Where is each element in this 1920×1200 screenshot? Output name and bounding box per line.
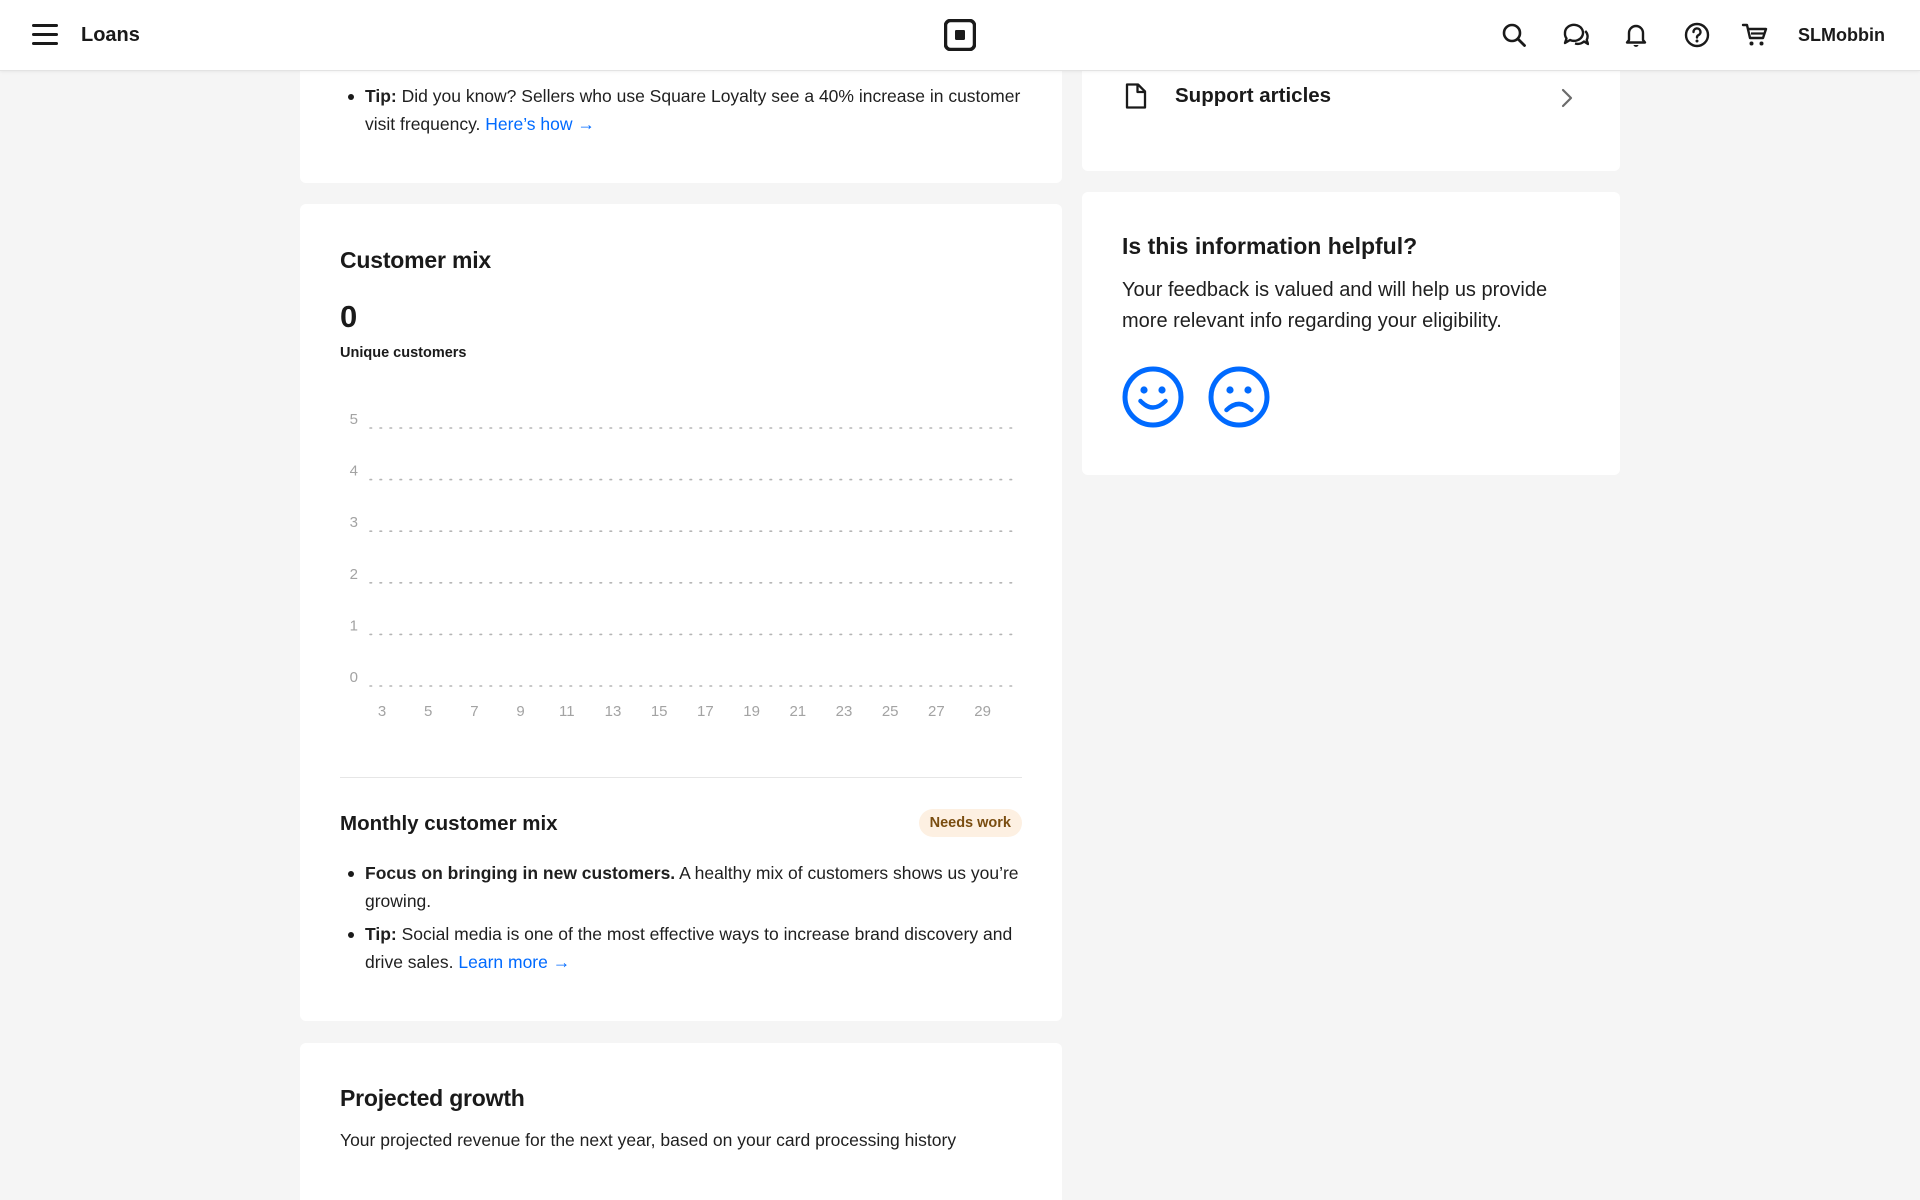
learn-more-link[interactable]: Learn more → bbox=[458, 952, 570, 972]
projected-growth-subtitle: Your projected revenue for the next year… bbox=[340, 1130, 957, 1150]
unique-customers-label: Unique customers bbox=[340, 345, 467, 361]
y-tick-label: 4 bbox=[350, 463, 358, 480]
projected-growth-title: Projected growth bbox=[340, 1085, 525, 1111]
projected-growth-card: Projected growth Your projected revenue … bbox=[300, 1043, 1062, 1200]
sad-face-icon[interactable] bbox=[1208, 366, 1270, 428]
square-logo-icon[interactable] bbox=[944, 19, 976, 51]
y-tick-label: 3 bbox=[350, 514, 358, 531]
x-tick-label: 29 bbox=[974, 703, 991, 720]
x-tick-label: 23 bbox=[836, 703, 853, 720]
unique-customers-value: 0 bbox=[340, 299, 358, 334]
feedback-text: Your feedback is valued and will help us… bbox=[1122, 279, 1548, 332]
x-tick-label: 15 bbox=[651, 703, 668, 720]
x-tick-label: 25 bbox=[882, 703, 899, 720]
feedback-card: Is this information helpful? Your feedba… bbox=[1082, 192, 1620, 475]
support-articles-label: Support articles bbox=[1175, 84, 1332, 107]
y-tick-label: 1 bbox=[350, 617, 358, 634]
y-tick-label: 5 bbox=[350, 411, 358, 428]
customer-mix-title: Customer mix bbox=[340, 247, 491, 273]
x-tick-label: 11 bbox=[559, 703, 575, 720]
customer-mix-tip: Tip: Social media is one of the most eff… bbox=[340, 920, 1030, 976]
user-menu[interactable]: SLMobbin bbox=[1798, 25, 1885, 46]
menu-icon[interactable] bbox=[32, 24, 58, 46]
x-tick-label: 27 bbox=[928, 703, 945, 720]
bell-icon[interactable] bbox=[1622, 21, 1650, 49]
heres-how-link[interactable]: Here’s how → bbox=[485, 114, 595, 134]
monthly-customer-mix-title: Monthly customer mix bbox=[340, 812, 558, 835]
customer-mix-card: Customer mix 0 Unique customers 01234535… bbox=[300, 204, 1062, 1021]
feedback-title: Is this information helpful? bbox=[1122, 233, 1418, 259]
help-icon[interactable] bbox=[1683, 21, 1711, 49]
x-tick-label: 3 bbox=[378, 703, 386, 720]
document-icon bbox=[1125, 83, 1147, 109]
status-badge: Needs work bbox=[918, 809, 1022, 837]
search-icon[interactable] bbox=[1500, 21, 1528, 49]
page-title: Loans bbox=[81, 24, 140, 46]
loyalty-tip: Tip: Did you know? Sellers who use Squar… bbox=[340, 82, 1030, 138]
x-tick-label: 13 bbox=[605, 703, 622, 720]
divider bbox=[340, 777, 1022, 778]
y-tick-label: 0 bbox=[350, 669, 358, 686]
x-tick-label: 19 bbox=[743, 703, 760, 720]
x-tick-label: 5 bbox=[424, 703, 432, 720]
cart-icon[interactable] bbox=[1741, 21, 1769, 49]
customer-mix-bullet: Focus on bringing in new customers. A he… bbox=[340, 859, 1030, 915]
x-tick-label: 7 bbox=[470, 703, 478, 720]
x-tick-label: 17 bbox=[697, 703, 714, 720]
x-tick-label: 21 bbox=[789, 703, 806, 720]
chevron-right-icon bbox=[1561, 88, 1573, 108]
y-tick-label: 2 bbox=[350, 566, 358, 583]
x-tick-label: 9 bbox=[516, 703, 524, 720]
top-bar: Loans SLMobbin bbox=[0, 0, 1920, 71]
happy-face-icon[interactable] bbox=[1122, 366, 1184, 428]
messages-icon[interactable] bbox=[1561, 21, 1589, 49]
support-articles-link[interactable]: Support articles bbox=[1122, 78, 1578, 118]
